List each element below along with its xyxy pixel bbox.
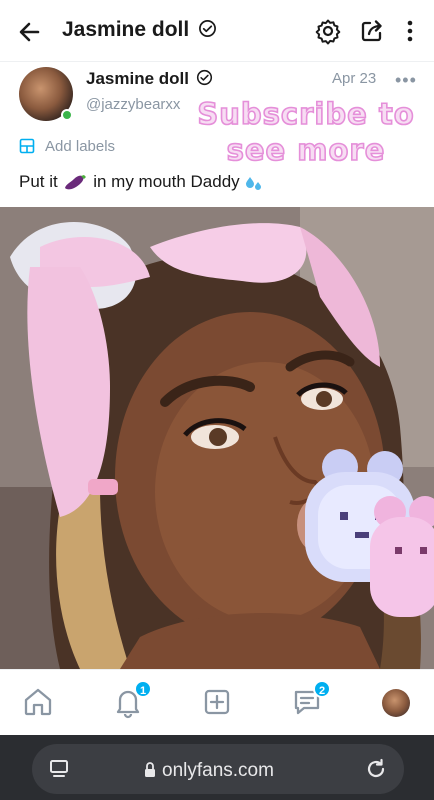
profile-avatar[interactable] [382, 689, 410, 717]
caption-text-1: Put it [19, 172, 63, 191]
page-title: Jasmine doll [62, 18, 217, 42]
caption-text-2: in my mouth Daddy [93, 172, 240, 191]
url-text[interactable]: onlyfans.com [162, 760, 274, 782]
post-caption: Put it in my mouth Daddy [19, 172, 264, 193]
add-labels-button[interactable]: Add labels [19, 135, 115, 157]
lock-icon [145, 762, 155, 777]
top-bar: Jasmine doll [0, 0, 434, 62]
post-more-icon[interactable]: ••• [395, 70, 417, 91]
post-image[interactable] [0, 207, 434, 669]
post-author-name: Jasmine doll [86, 69, 189, 88]
eggplant-emoji-icon [65, 174, 87, 189]
post-date: Apr 23 [332, 70, 377, 87]
verified-icon [196, 69, 212, 86]
label-icon [19, 138, 35, 154]
home-icon[interactable] [20, 684, 56, 720]
post-photo [0, 207, 434, 669]
verified-icon [199, 20, 217, 37]
page-title-text: Jasmine doll [62, 18, 190, 41]
promo-line-2: see more [226, 132, 386, 168]
promo-line-1: Subscribe to [197, 96, 415, 132]
notifications-badge: 1 [134, 680, 152, 698]
settings-icon[interactable] [314, 17, 342, 45]
back-arrow-icon[interactable] [16, 18, 44, 46]
share-icon[interactable] [358, 17, 386, 45]
post-author[interactable]: Jasmine doll [86, 69, 213, 89]
bottom-nav: 1 2 [0, 669, 434, 735]
messages-button[interactable]: 2 [289, 680, 331, 720]
sweat-droplets-emoji-icon [246, 176, 262, 190]
messages-badge: 2 [313, 680, 331, 698]
reload-icon[interactable] [364, 757, 388, 781]
notifications-button[interactable]: 1 [110, 680, 152, 720]
subscribe-overlay-text: Subscribe to see more [178, 96, 434, 168]
tab-switcher-icon[interactable] [48, 758, 70, 780]
post-handle[interactable]: @jazzybearxx [86, 96, 180, 113]
add-post-icon[interactable] [199, 684, 235, 720]
more-vertical-icon[interactable] [396, 17, 424, 45]
add-labels-text: Add labels [45, 137, 116, 155]
online-indicator [61, 109, 73, 121]
